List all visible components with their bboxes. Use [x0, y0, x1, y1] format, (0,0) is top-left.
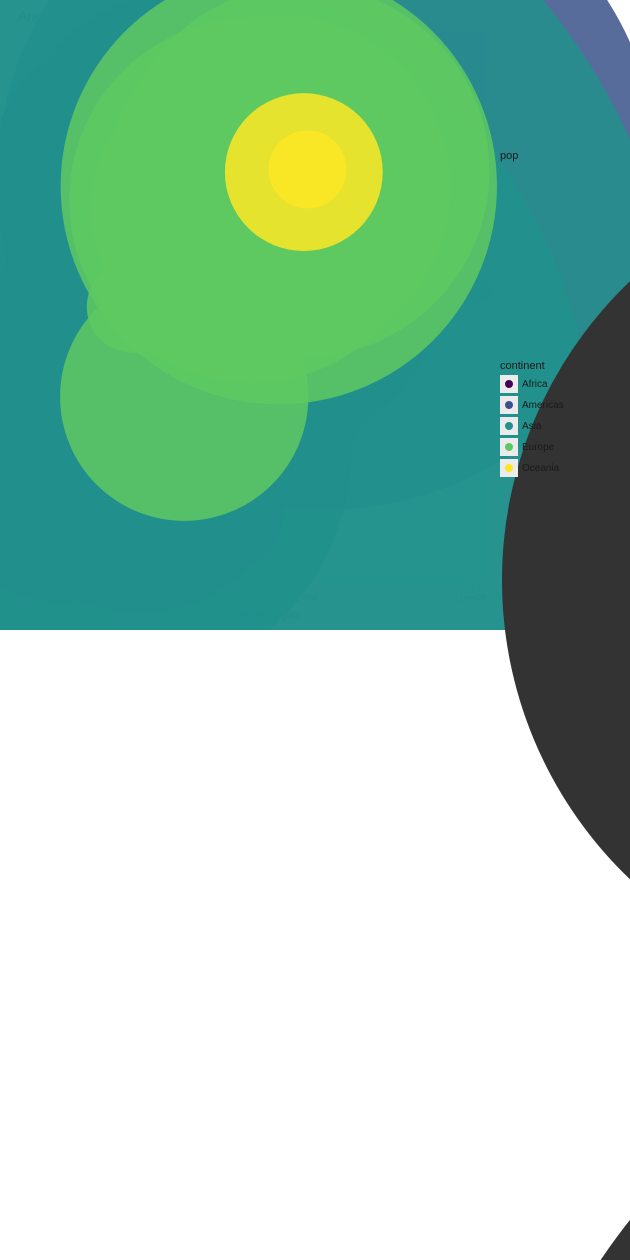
legend-color-label: Europe	[522, 442, 554, 453]
legend-color-label: Asia	[522, 421, 541, 432]
legend-size-title: pop	[500, 150, 620, 162]
legend-color-swatch	[500, 375, 518, 393]
data-point	[269, 130, 347, 208]
legend-color-item: Oceania	[500, 459, 620, 477]
legend-color-swatch	[500, 459, 518, 477]
legend-color-label: Africa	[522, 379, 548, 390]
legend-color-label: Americas	[522, 400, 564, 411]
legend-color-swatch	[500, 438, 518, 456]
legend-size-swatch	[500, 165, 630, 996]
legend-size-item: 2.50e+08	[500, 165, 620, 996]
figure: Ano: 1952 1e+031e+041e+05406080PIB per c…	[0, 0, 630, 630]
legend-color-item: Asia	[500, 417, 620, 435]
legend-size: pop 2.50e+08 5.00e+08 7.50e+08 1.00e+09 …	[500, 150, 620, 1260]
legend-color-item: Europe	[500, 438, 620, 456]
legend-color: continent Africa Americas Asia Europe Oc…	[500, 360, 620, 480]
legend-color-swatch	[500, 396, 518, 414]
legend-size-swatch	[500, 999, 630, 1260]
legend-color-title: continent	[500, 360, 620, 372]
legend-color-item: Africa	[500, 375, 620, 393]
legend-color-swatch	[500, 417, 518, 435]
legend-color-label: Oceania	[522, 463, 559, 474]
legend-size-item: 5.00e+08	[500, 999, 620, 1260]
legend-color-item: Americas	[500, 396, 620, 414]
